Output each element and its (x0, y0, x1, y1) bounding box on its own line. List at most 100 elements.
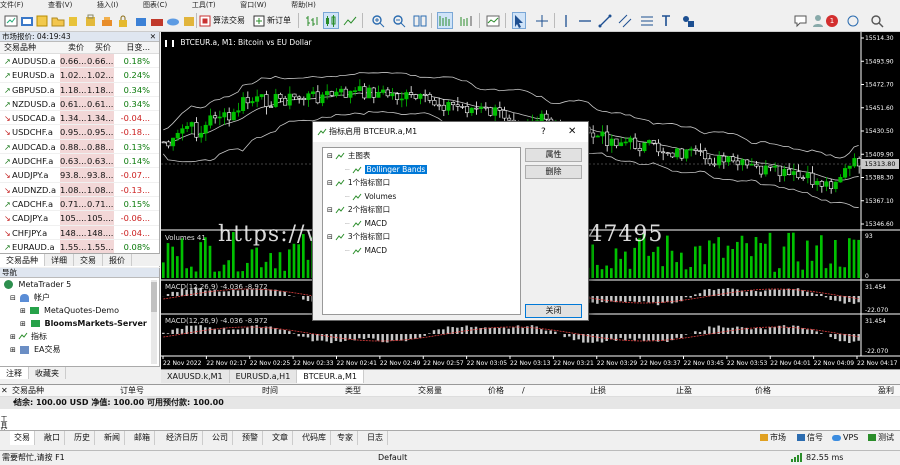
zoom-in-button[interactable] (371, 12, 385, 29)
new-order-button[interactable]: 新订单 (253, 12, 291, 29)
notification-badge[interactable]: 1 (826, 12, 838, 29)
horizontal-line-button[interactable] (578, 12, 592, 29)
community-button[interactable] (846, 12, 860, 29)
signals-button[interactable] (150, 12, 164, 29)
tab-journal[interactable]: 日志 (363, 431, 388, 445)
chart-tab-xauusd[interactable]: XAUUSD.k,M1 (161, 370, 230, 383)
market-watch-row[interactable]: ↘CADJPY.a 105.... 105.... -0.06... (0, 211, 159, 226)
candlestick-button[interactable] (323, 12, 339, 29)
bar-chart-button[interactable] (305, 12, 319, 29)
col-type[interactable]: 类型 (345, 385, 361, 397)
trendline-button[interactable] (598, 12, 612, 29)
collapse-icon[interactable]: ⊟ (327, 179, 333, 187)
tab-common[interactable]: 注释 (0, 367, 29, 379)
algo-trading-button[interactable]: 算法交易 (199, 12, 245, 29)
collapse-icon[interactable]: ⊟ (327, 233, 333, 241)
data-window-button[interactable] (67, 12, 79, 29)
market-watch-row[interactable]: ↘USDCHF.a 0.95... 0.95... -0.18... (0, 125, 159, 140)
cursor-button[interactable] (512, 12, 526, 29)
tree-item[interactable]: ┈ Volumes (345, 191, 396, 203)
col-price[interactable]: 价格 (488, 385, 504, 397)
navigator-button[interactable] (51, 12, 65, 29)
market-watch-button[interactable] (36, 12, 48, 29)
market-watch-row[interactable]: ↗CADCHF.a 0.71... 0.71... 0.15% (0, 196, 159, 212)
menu-tools[interactable]: 工具(T) (192, 1, 216, 9)
menu-view[interactable]: 查看(V) (48, 1, 72, 9)
col-profit[interactable]: 盈利 (878, 385, 894, 397)
lock-button[interactable] (117, 12, 129, 29)
tree-item[interactable]: ┈ MACD (345, 245, 387, 257)
navigator-scrollbar[interactable] (151, 280, 157, 364)
col-volume[interactable]: 交易量 (418, 385, 442, 397)
tile-windows-button[interactable] (413, 12, 427, 29)
close-button[interactable]: 关闭 (525, 304, 582, 318)
balance-row[interactable]: • 结余: 100.00 USD 净值: 100.00 可用预付款: 100.0… (0, 397, 900, 409)
tree-group[interactable]: ⊟ 2个指标窗口 (327, 204, 390, 216)
fibonacci-button[interactable] (640, 12, 654, 29)
tab-ticks[interactable]: 报价 (103, 254, 132, 266)
col-take-profit[interactable]: 止盈 (676, 385, 692, 397)
vertical-line-button[interactable] (560, 12, 572, 29)
col-current-price[interactable]: 价格 (755, 385, 771, 397)
auto-scroll-button[interactable] (437, 12, 453, 29)
collapse-icon[interactable]: ⊟ (327, 152, 333, 160)
menu-window[interactable]: 窗口(W) (240, 1, 266, 9)
market-watch-row[interactable]: ↗AUDCAD.a 0.88... 0.88... 0.13% (0, 139, 159, 155)
channel-button[interactable] (618, 12, 632, 29)
tab-trading[interactable]: 交易 (74, 254, 103, 266)
profiles-button[interactable] (20, 12, 34, 29)
market-watch-row[interactable]: ↗AUDCHF.a 0.63... 0.63... 0.14% (0, 154, 159, 169)
col-symbol[interactable]: 交易品种 (12, 385, 44, 397)
chart-shift-button[interactable] (459, 12, 473, 29)
collapse-icon[interactable]: ⊟ (327, 206, 333, 214)
close-icon[interactable]: ✕ (150, 32, 156, 42)
expand-icon[interactable]: ⊞ (20, 307, 26, 315)
tab-code-base[interactable]: 代码库 (298, 431, 331, 445)
market-watch-row[interactable]: ↗GBPUSD.a 1.18... 1.18... 0.34% (0, 82, 159, 97)
tester-link[interactable]: 测试 (864, 431, 898, 445)
indicator-tree[interactable]: ⊟ 主图表 ┈ Bollinger Bands ⊟ 1个指标窗口 ┈ Volumes ⊟ 2个指标… (322, 147, 521, 315)
market-watch-row[interactable]: ↗AUDUSD.a 0.66... 0.66... 0.18% (0, 54, 159, 69)
delete-button[interactable]: 删除 (525, 165, 582, 179)
search-button[interactable] (870, 12, 884, 29)
indicators-button[interactable] (486, 12, 500, 29)
tab-details[interactable]: 详细 (45, 254, 74, 266)
market-watch-row[interactable]: ↘CHFJPY.a 148.... 148.... -0.04... (0, 225, 159, 240)
market-watch-row[interactable]: ↗NZDUSD.a 0.61... 0.61... 0.34% (0, 96, 159, 112)
col-ask[interactable]: 买价 (87, 42, 114, 53)
col-symbol[interactable]: 交易品种 (0, 42, 60, 53)
properties-button[interactable]: 属性 (525, 148, 582, 162)
notifications-button[interactable] (794, 12, 808, 29)
dialog-close-button[interactable]: ✕ (568, 122, 576, 142)
nav-item-metaquotes-demo[interactable]: ⊞ MetaQuotes-Demo (0, 304, 159, 317)
collapse-icon[interactable]: ⊟ (10, 294, 16, 302)
tab-symbols[interactable]: 交易品种 (0, 254, 45, 266)
tab-history[interactable]: 历史 (70, 431, 95, 445)
zoom-out-button[interactable] (392, 12, 406, 29)
expand-icon[interactable]: ⊞ (20, 320, 26, 328)
help-button[interactable]: ? (541, 122, 546, 142)
menu-help[interactable]: 帮助(H) (291, 1, 316, 9)
signals-link[interactable]: 信号 (793, 431, 827, 445)
tab-trade[interactable]: 交易 (10, 431, 35, 445)
tab-company[interactable]: 公司 (208, 431, 233, 445)
expand-icon[interactable]: ⊞ (10, 346, 16, 354)
tab-calendar[interactable]: 经济日历 (162, 431, 203, 445)
tree-group[interactable]: ⊟ 1个指标窗口 (327, 177, 390, 189)
market-watch-row[interactable]: ↘USDCAD.a 1.34... 1.34... -0.04... (0, 111, 159, 126)
chart-tab-btceur[interactable]: BTCEUR.a,M1 (297, 370, 364, 383)
line-chart-button[interactable] (343, 12, 357, 29)
col-bid[interactable]: 卖价 (60, 42, 87, 53)
text-button[interactable] (660, 12, 672, 29)
strategy-tester-button[interactable] (100, 12, 114, 29)
tab-mailbox[interactable]: 邮箱 (130, 431, 155, 445)
vps-button[interactable] (166, 12, 180, 29)
market-watch-row[interactable]: ↗EURAUD.a 1.55... 1.55... 0.08% (0, 239, 159, 255)
shapes-button[interactable] (681, 12, 695, 29)
tree-item[interactable]: ┈ MACD (345, 218, 387, 230)
tree-item[interactable]: ┈ Bollinger Bands (345, 164, 428, 176)
toolbox-button[interactable] (84, 12, 96, 29)
scrollbar-thumb[interactable] (151, 282, 157, 312)
menu-file[interactable]: 文件(F) (0, 1, 24, 9)
tab-articles[interactable]: 文章 (268, 431, 293, 445)
